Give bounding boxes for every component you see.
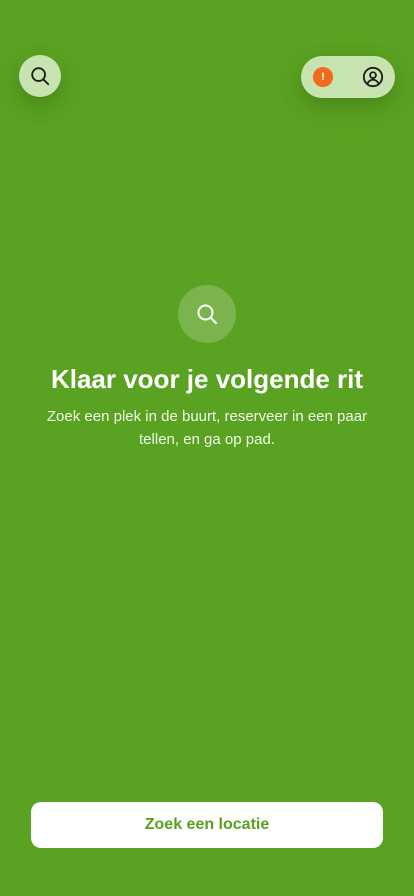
alert-icon: ! bbox=[321, 70, 325, 83]
search-button[interactable] bbox=[19, 55, 61, 97]
header-actions-pill: ! bbox=[301, 56, 395, 98]
user-circle-icon bbox=[362, 66, 384, 88]
map-screen: ! Klaar voor je volgende rit Zoek een pl… bbox=[0, 0, 414, 896]
alert-button[interactable]: ! bbox=[313, 67, 333, 87]
profile-button[interactable] bbox=[361, 65, 385, 89]
empty-state-icon-circle bbox=[178, 285, 236, 343]
empty-state: Klaar voor je volgende rit Zoek een plek… bbox=[0, 285, 414, 451]
search-icon bbox=[31, 67, 50, 86]
empty-state-title: Klaar voor je volgende rit bbox=[50, 364, 364, 394]
search-icon bbox=[197, 304, 217, 324]
find-location-button[interactable]: Zoek een locatie bbox=[31, 802, 383, 848]
empty-state-subtitle: Zoek een plek in de buurt, reserveer in … bbox=[46, 408, 368, 448]
